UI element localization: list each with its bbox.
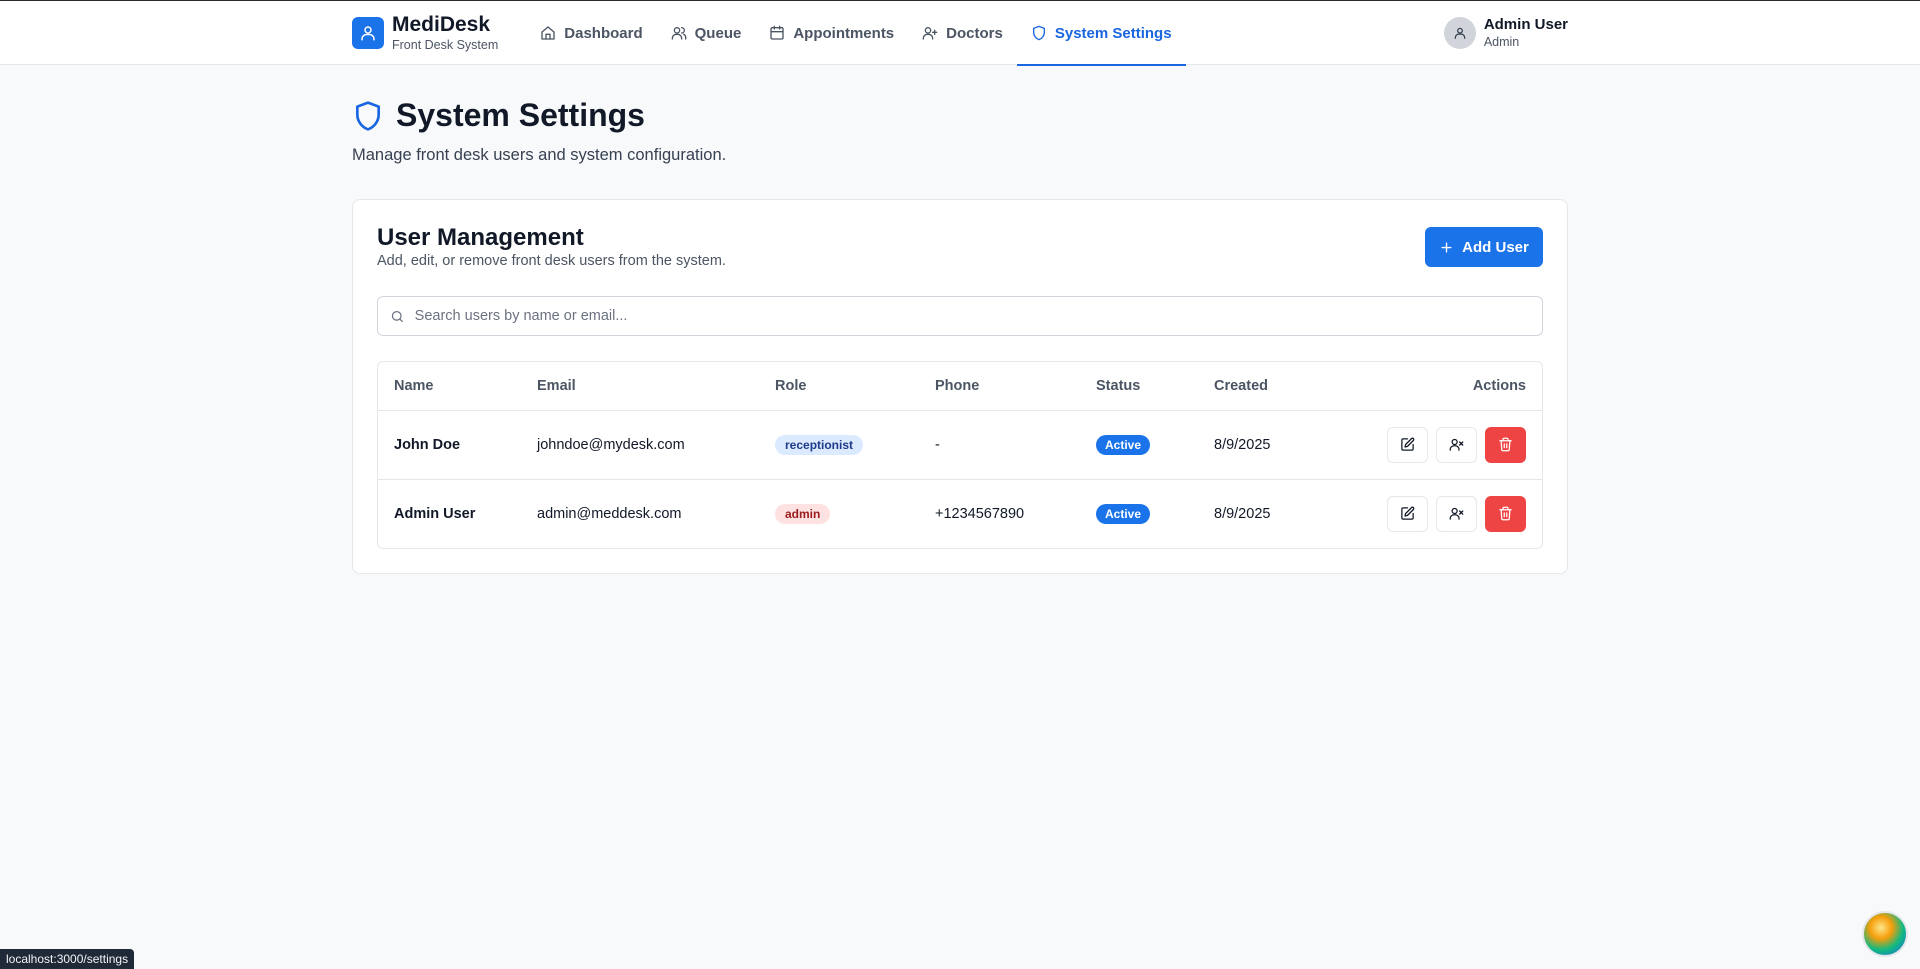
column-header-actions: Actions (1315, 362, 1542, 411)
user-management-card: User Management Add, edit, or remove fro… (352, 199, 1568, 574)
edit-icon (1401, 437, 1415, 451)
browser-status-url: localhost:3000/settings (0, 949, 135, 969)
user-name: Admin User (1483, 16, 1568, 33)
table-header-row: Name Email Role Phone Status Created Act… (378, 362, 1542, 411)
shield-icon (356, 100, 380, 131)
nav-item-queue[interactable]: Queue (657, 1, 756, 65)
deactivate-user-button[interactable] (1436, 426, 1477, 463)
column-header-name: Name (378, 362, 521, 411)
edit-user-button[interactable] (1387, 495, 1428, 532)
deactivate-user-button[interactable] (1436, 495, 1477, 532)
column-header-role: Role (759, 362, 919, 411)
user-icon (1454, 27, 1466, 39)
shield-icon (1032, 25, 1045, 41)
nav-item-system-settings[interactable]: System Settings (1016, 1, 1186, 66)
home-icon (541, 26, 555, 40)
nav-item-appointments[interactable]: Appointments (755, 1, 908, 65)
user-actions-cell (1315, 479, 1542, 548)
card-description: Add, edit, or remove front desk users fr… (377, 253, 726, 269)
column-header-created: Created (1198, 362, 1316, 411)
role-badge: receptionist (775, 434, 864, 455)
user-role-cell: admin (759, 479, 919, 548)
calendar-icon (770, 25, 784, 40)
search-icon (391, 310, 403, 322)
user-role: Admin (1483, 35, 1520, 49)
user-menu[interactable]: Admin User Admin (1443, 16, 1568, 50)
nav-item-label: System Settings (1054, 24, 1172, 42)
delete-user-button[interactable] (1485, 426, 1526, 463)
card-title: User Management (377, 224, 584, 251)
nav-item-label: Dashboard (564, 24, 643, 42)
user-status-cell: Active (1080, 410, 1198, 480)
table-row: Admin User admin@meddesk.com admin +1234… (378, 479, 1542, 548)
search-input[interactable] (414, 308, 1542, 324)
trash-icon (1499, 437, 1512, 452)
user-created-cell: 8/9/2025 (1198, 410, 1316, 480)
avatar (1443, 17, 1476, 49)
user-x-icon (1449, 508, 1464, 520)
user-phone-cell: - (919, 410, 1080, 480)
search-box (377, 296, 1543, 336)
user-status-cell: Active (1080, 479, 1198, 548)
plus-icon (1441, 241, 1452, 253)
column-header-status: Status (1080, 362, 1198, 411)
brand-subtitle: Front Desk System (392, 38, 499, 52)
user-created-cell: 8/9/2025 (1214, 505, 1271, 522)
user-actions-cell (1315, 410, 1542, 480)
nav-item-doctors[interactable]: Doctors (908, 1, 1017, 65)
nav-item-label: Appointments (793, 24, 895, 42)
user-x-icon (1449, 438, 1464, 451)
status-badge: Active (1096, 503, 1151, 524)
page-header: System Settings (352, 97, 1568, 134)
delete-user-button[interactable] (1485, 495, 1526, 532)
main-nav: Dashboard Queue Appointments Doctors Sys… (526, 1, 1186, 66)
edit-icon (1401, 506, 1415, 520)
brand-name: MediDesk (392, 13, 491, 36)
status-badge: Active (1096, 434, 1151, 455)
user-phone-cell: +1234567890 (935, 505, 1025, 522)
user-plus-icon (922, 27, 938, 40)
nav-item-dashboard[interactable]: Dashboard (526, 1, 656, 65)
main-content: System Settings Manage front desk users … (352, 97, 1568, 574)
add-user-label: Add User (1462, 238, 1529, 256)
user-icon (352, 17, 384, 49)
nav-item-label: Doctors (946, 24, 1003, 42)
user-name-cell: John Doe (378, 410, 521, 480)
nav-item-label: Queue (694, 24, 742, 42)
user-email-cell: admin@meddesk.com (537, 505, 682, 522)
role-badge: admin (775, 503, 831, 524)
column-header-phone: Phone (919, 362, 1080, 411)
users-table-container: Name Email Role Phone Status Created Act… (377, 361, 1543, 549)
top-navbar: MediDesk Front Desk System Dashboard Que… (0, 1, 1920, 66)
page-subtitle: Manage front desk users and system confi… (352, 146, 727, 164)
users-table: Name Email Role Phone Status Created Act… (378, 362, 1542, 548)
add-user-button[interactable]: Add User (1425, 227, 1543, 267)
column-header-email: Email (521, 362, 759, 411)
edit-user-button[interactable] (1387, 426, 1428, 463)
user-email-cell: johndoe@mydesk.com (521, 410, 759, 480)
user-role-cell: receptionist (759, 410, 919, 480)
user-name-cell: Admin User (394, 505, 476, 522)
page-title: System Settings (396, 97, 645, 133)
brand[interactable]: MediDesk Front Desk System (352, 13, 498, 53)
users-icon (671, 27, 686, 40)
floating-assistant-button[interactable] (1862, 911, 1908, 957)
table-row: John Doe johndoe@mydesk.com receptionist… (378, 410, 1542, 480)
trash-icon (1499, 506, 1512, 521)
